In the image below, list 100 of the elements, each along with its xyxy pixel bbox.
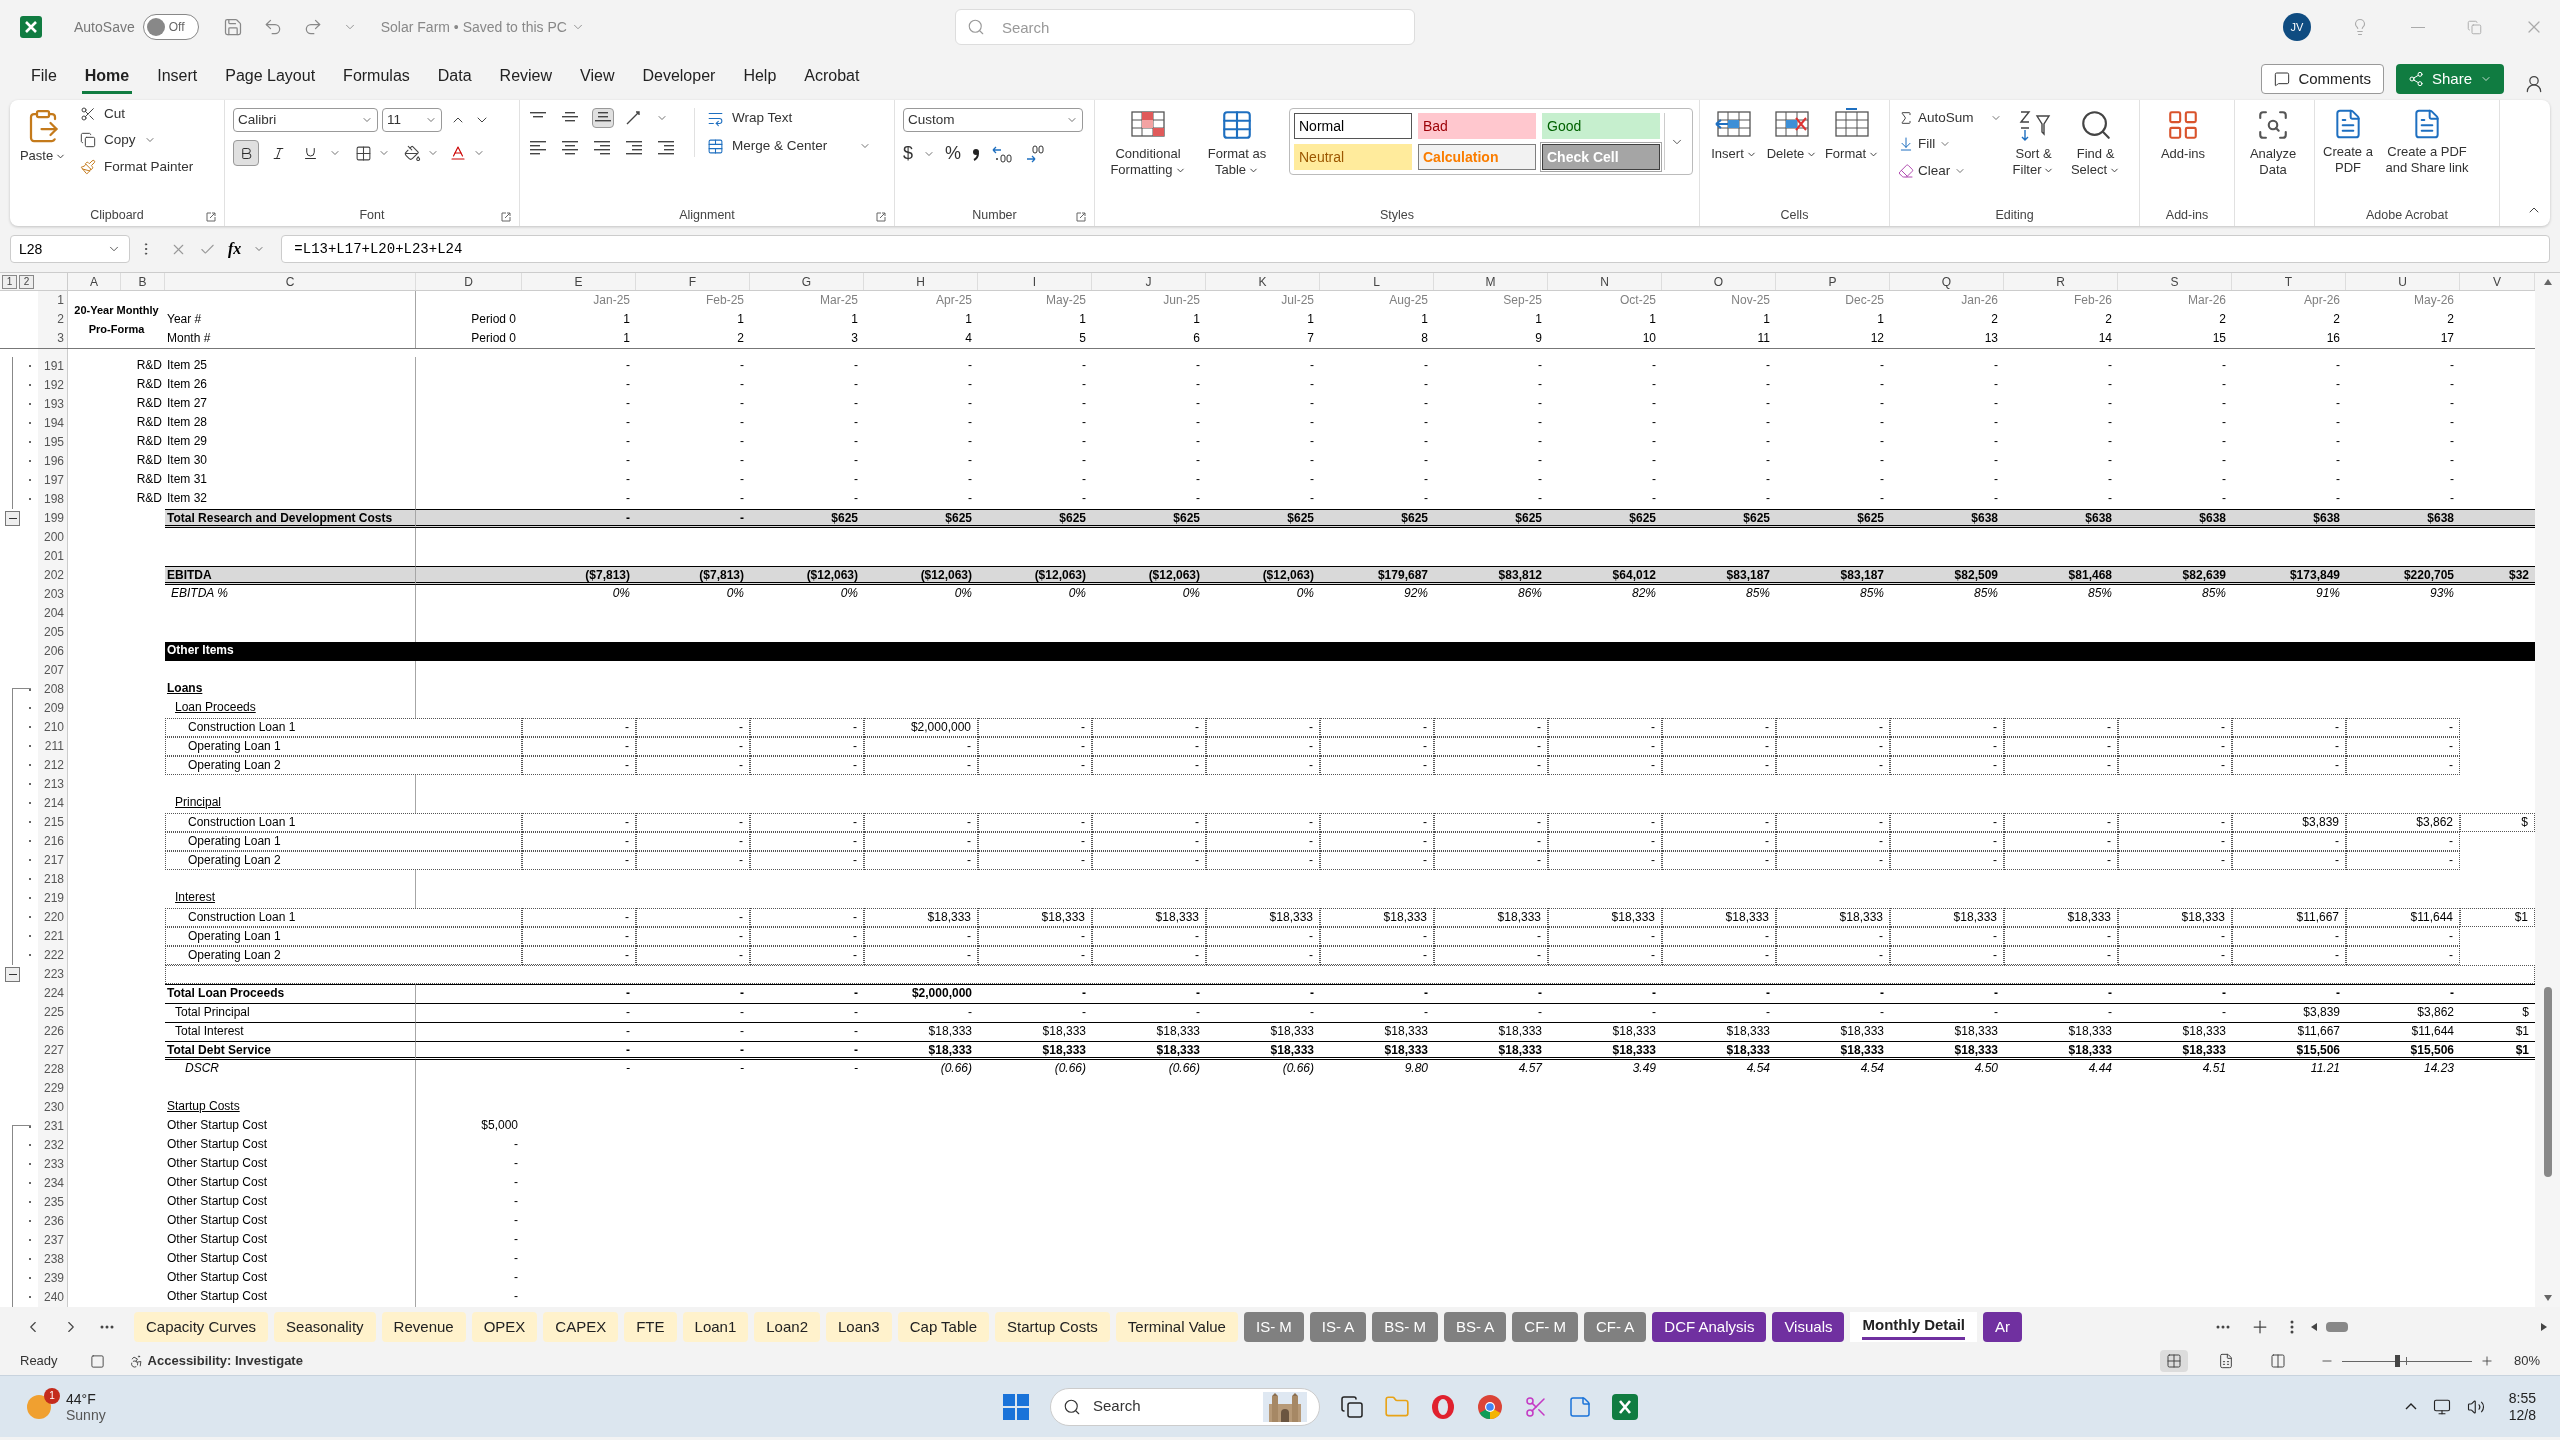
sheet-tab[interactable]: Loan2 (754, 1312, 820, 1342)
cell-style[interactable]: Bad (1418, 113, 1536, 139)
sheet-tab[interactable]: IS- A (1309, 1312, 1367, 1342)
autosave-toggle[interactable]: Off (142, 14, 199, 40)
font-family-dropdown[interactable]: Calibri (233, 108, 378, 132)
collapse-button[interactable] (5, 967, 20, 982)
excel-icon[interactable] (1612, 1393, 1638, 1420)
comments-button[interactable]: Comments (2261, 64, 2384, 94)
format-button[interactable]: Format (1824, 104, 1880, 162)
column-header[interactable]: C (165, 273, 416, 290)
fill-button[interactable]: Fill (1898, 134, 2002, 155)
name-box[interactable]: L28 (10, 235, 130, 263)
row-number[interactable]: 234 (38, 1174, 68, 1193)
row-number[interactable]: 215 (38, 813, 68, 832)
menu-tab[interactable]: Review (496, 64, 556, 94)
row-number[interactable]: 193 (38, 395, 68, 414)
dialog-launcher-icon[interactable] (876, 212, 886, 222)
sheet-tab[interactable]: OPEX (471, 1312, 538, 1342)
currency-button[interactable]: $ (903, 140, 913, 167)
menu-tab[interactable]: File (28, 64, 60, 94)
sheet-tab[interactable]: Cap Table (897, 1312, 989, 1342)
clear-button[interactable]: Clear (1898, 160, 2002, 181)
column-header[interactable]: A (68, 273, 121, 290)
add-ins-button[interactable]: Add-ins (2148, 104, 2218, 162)
row-number[interactable]: 197 (38, 471, 68, 490)
sheet-tab[interactable]: CF- M (1512, 1312, 1578, 1342)
paste-button[interactable]: Paste (18, 104, 68, 164)
column-header[interactable]: U (2346, 273, 2460, 290)
sheet-tab[interactable]: Ar (1983, 1312, 2022, 1342)
row-number[interactable]: 191 (38, 357, 68, 376)
row-number[interactable]: 223 (38, 965, 68, 984)
row-number[interactable]: 236 (38, 1212, 68, 1231)
row-number[interactable]: 228 (38, 1060, 68, 1079)
row-number[interactable]: 211 (38, 737, 68, 756)
row-number[interactable]: 235 (38, 1193, 68, 1212)
menu-tab[interactable]: Help (740, 64, 780, 94)
format-painter-button[interactable]: Format Painter (80, 156, 194, 177)
row-number[interactable]: 225 (38, 1003, 68, 1022)
format-as-table-button[interactable]: Format as Table (1197, 104, 1277, 178)
row-number[interactable]: 208 (38, 680, 68, 699)
create-pdf-share-button[interactable]: Create a PDF and Share link (2377, 104, 2477, 176)
column-header[interactable]: T (2232, 273, 2346, 290)
number-format-dropdown[interactable]: Custom (903, 108, 1083, 132)
copy-button[interactable]: Copy (80, 130, 194, 151)
insert-function-button[interactable]: fx (228, 237, 242, 261)
row-number[interactable]: 3 (38, 329, 68, 348)
sheet-tab[interactable]: Startup Costs (995, 1312, 1110, 1342)
cell-style[interactable]: Normal (1294, 113, 1412, 139)
sheet-tab[interactable]: Loan3 (826, 1312, 892, 1342)
row-number[interactable]: 231 (38, 1117, 68, 1136)
column-header[interactable]: B (121, 273, 165, 290)
taskbar-search-field[interactable]: Search (1050, 1387, 1320, 1426)
column-header[interactable]: E (522, 273, 636, 290)
cell-style[interactable]: Good (1542, 113, 1660, 139)
column-header[interactable]: G (750, 273, 864, 290)
create-pdf-button[interactable]: Create a PDF (2323, 104, 2373, 176)
find-select-button[interactable]: Find & Select (2065, 104, 2126, 178)
search-field[interactable]: Search (954, 9, 1415, 45)
column-header[interactable]: F (636, 273, 750, 290)
row-number[interactable]: 1 (38, 291, 68, 310)
sheet-tab[interactable]: Capacity Curves (134, 1312, 269, 1342)
menu-tab[interactable]: Page Layout (222, 64, 319, 94)
row-number[interactable]: 206 (38, 642, 68, 661)
sheet-tab[interactable]: Monthly Detail (1850, 1312, 1977, 1342)
row-number[interactable]: 192 (38, 376, 68, 395)
scroll-left-icon[interactable] (2310, 1322, 2318, 1332)
column-header[interactable]: Q (1890, 273, 2004, 290)
menu-tab[interactable]: Home (81, 64, 133, 94)
column-header[interactable]: M (1434, 273, 1548, 290)
increase-indent-icon[interactable] (656, 138, 676, 157)
column-header[interactable]: O (1662, 273, 1776, 290)
sheet-tab[interactable]: Terminal Value (1115, 1312, 1238, 1342)
menu-tab[interactable]: Developer (639, 64, 719, 94)
menu-tab[interactable]: View (577, 64, 618, 94)
column-header[interactable]: K (1206, 273, 1320, 290)
merge-center-button[interactable]: Merge & Center (707, 136, 872, 157)
menu-tab[interactable]: Insert (154, 64, 201, 94)
sheet-tab[interactable]: Loan1 (682, 1312, 749, 1342)
row-number[interactable]: 218 (38, 870, 68, 889)
sheet-tab[interactable]: Visuals (1772, 1312, 1845, 1342)
column-header[interactable]: D (416, 273, 522, 290)
increase-decimal-icon[interactable] (991, 144, 1014, 163)
row-number[interactable]: 230 (38, 1098, 68, 1117)
tab-splitter-icon[interactable] (2290, 1320, 2294, 1334)
row-number[interactable]: 238 (38, 1250, 68, 1269)
menu-tab[interactable]: Acrobat (801, 64, 863, 94)
menu-tab[interactable]: Formulas (340, 64, 413, 94)
bold-button[interactable] (233, 140, 259, 166)
row-number[interactable]: 232 (38, 1136, 68, 1155)
row-number[interactable]: 214 (38, 794, 68, 813)
row-number[interactable]: 209 (38, 699, 68, 718)
delete-button[interactable]: Delete (1764, 104, 1820, 162)
row-number[interactable]: 207 (38, 661, 68, 680)
column-header[interactable]: L (1320, 273, 1434, 290)
scroll-thumb[interactable] (2543, 987, 2552, 1177)
row-number[interactable]: 196 (38, 452, 68, 471)
row-number[interactable]: 203 (38, 585, 68, 604)
sheet-tab[interactable]: CF- A (1584, 1312, 1647, 1342)
scroll-right-icon[interactable] (2540, 1322, 2548, 1332)
cell-style[interactable]: Neutral (1294, 144, 1412, 170)
